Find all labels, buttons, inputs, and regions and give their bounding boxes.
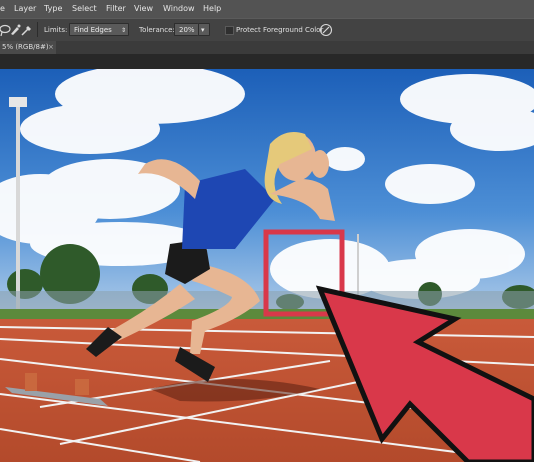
tolerance-label: Tolerance: (139, 26, 175, 34)
document-tab-bar: 5% (RGB/8#) × (0, 41, 534, 54)
menu-item-view[interactable]: View (134, 0, 153, 18)
limits-select[interactable]: Find Edges ⇕ (69, 23, 129, 36)
menu-bar: e Layer Type Select Filter View Window H… (0, 0, 534, 18)
updown-arrows-icon: ⇕ (120, 27, 126, 34)
separator (37, 22, 38, 37)
tolerance-input[interactable]: 20% (174, 23, 198, 36)
document-tab[interactable]: 5% (RGB/8#) × (0, 41, 56, 54)
menu-item-select[interactable]: Select (72, 0, 97, 18)
chevron-down-icon: ▾ (201, 26, 205, 34)
menu-item-window[interactable]: Window (163, 0, 195, 18)
document-tab-label: 5% (RGB/8#) (2, 43, 49, 51)
canvas-image (0, 69, 534, 462)
options-bar: Limits: Find Edges ⇕ Tolerance: 20% ▾ Pr… (0, 18, 534, 42)
menu-item-filter[interactable]: Filter (106, 0, 126, 18)
light-pole (16, 104, 20, 314)
menu-item-layer[interactable]: Layer (14, 0, 36, 18)
document-canvas[interactable] (0, 69, 534, 462)
menu-item-edit[interactable]: e (0, 0, 5, 18)
close-icon[interactable]: × (48, 41, 54, 54)
protect-foreground-label: Protect Foreground Color (236, 26, 324, 34)
menu-item-help[interactable]: Help (203, 0, 221, 18)
protect-foreground-checkbox[interactable] (225, 26, 234, 35)
tolerance-value: 20% (179, 26, 195, 34)
limits-label: Limits: (44, 26, 68, 34)
pressure-icon[interactable] (319, 23, 333, 37)
light-fixture (9, 97, 27, 107)
tolerance-dropdown-button[interactable]: ▾ (198, 23, 210, 36)
menu-item-type[interactable]: Type (44, 0, 62, 18)
limits-value: Find Edges (74, 26, 112, 34)
workspace-gap (0, 54, 534, 69)
eyedropper-icon[interactable] (20, 23, 34, 37)
